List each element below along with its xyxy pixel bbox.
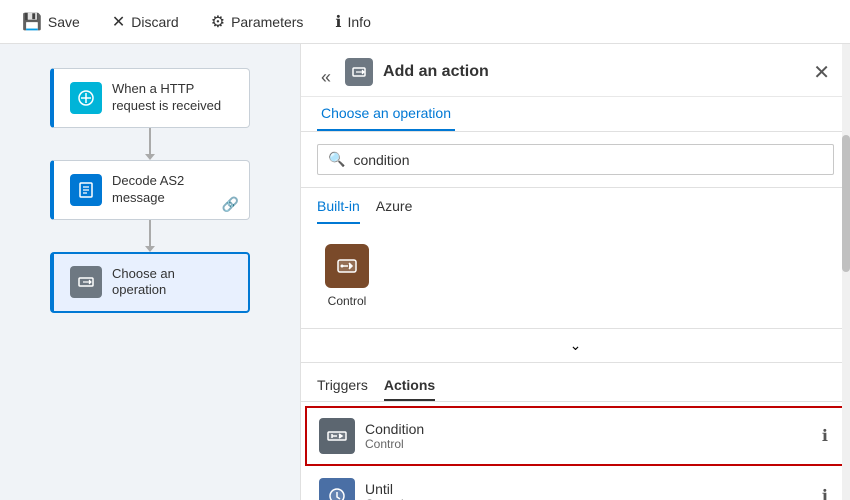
toolbar: 💾 Save ✕ Discard ⚙ Parameters ℹ Info [0, 0, 850, 44]
connector-1 [145, 128, 155, 160]
http-node-icon [70, 82, 102, 114]
panel-header: « Add an action ✕ [301, 44, 850, 97]
link-icon: 🔗 [222, 196, 239, 213]
action-section: Triggers Actions Condition Cont [301, 363, 850, 500]
search-input[interactable] [353, 152, 823, 168]
flow-canvas: When a HTTP request is received Decode A… [0, 44, 300, 500]
action-condition[interactable]: Condition Control ℹ [305, 406, 846, 466]
panel-title: Add an action [383, 63, 489, 81]
save-icon: 💾 [22, 12, 42, 32]
until-name: Until [365, 481, 818, 497]
tab-azure[interactable]: Azure [376, 198, 413, 224]
action-until[interactable]: Until Control ℹ [305, 466, 846, 500]
condition-name: Condition [365, 421, 818, 437]
tab-choose-operation[interactable]: Choose an operation [317, 97, 455, 131]
choose-node-label: Choose an operation [112, 266, 232, 300]
panel-action-icon [345, 58, 373, 86]
panel-title-section: Add an action [345, 58, 489, 96]
condition-info-button[interactable]: ℹ [818, 424, 832, 448]
connector-arrow-2 [145, 246, 155, 252]
parameters-icon: ⚙ [211, 12, 225, 32]
condition-icon [319, 418, 355, 454]
http-node[interactable]: When a HTTP request is received [50, 68, 250, 128]
main-layout: When a HTTP request is received Decode A… [0, 44, 850, 500]
panel-operation-tabs: Choose an operation [301, 97, 850, 132]
result-control[interactable]: Control [317, 236, 377, 316]
decode-node-icon [70, 174, 102, 206]
until-icon [319, 478, 355, 500]
choose-node-icon [70, 266, 102, 298]
results-grid: Control [317, 236, 834, 316]
category-tabs: Built-in Azure [301, 188, 850, 224]
panel-header-left: « Add an action [317, 58, 489, 96]
discard-icon: ✕ [112, 12, 125, 32]
search-icon: 🔍 [328, 151, 345, 168]
discard-button[interactable]: ✕ Discard [106, 8, 185, 36]
tab-actions[interactable]: Actions [384, 371, 435, 401]
decode-node[interactable]: Decode AS2 message 🔗 [50, 160, 250, 220]
control-icon [325, 244, 369, 288]
tab-triggers[interactable]: Triggers [317, 371, 368, 401]
results-section: Control [301, 224, 850, 329]
panel-close-button[interactable]: ✕ [809, 60, 834, 85]
connector-line-2 [149, 220, 151, 246]
connector-2 [145, 220, 155, 252]
connector-line-1 [149, 128, 151, 154]
choose-node[interactable]: Choose an operation [50, 252, 250, 314]
scrollbar-track[interactable] [842, 44, 850, 500]
panel-title-row: Add an action [345, 58, 489, 86]
connector-arrow-1 [145, 154, 155, 160]
right-panel: « Add an action ✕ Choos [300, 44, 850, 500]
control-label: Control [328, 294, 367, 308]
parameters-label: Parameters [231, 14, 303, 30]
save-button[interactable]: 💾 Save [16, 8, 86, 36]
http-node-label: When a HTTP request is received [112, 81, 233, 115]
action-list: Condition Control ℹ Until [301, 406, 850, 500]
info-icon: ℹ [335, 12, 341, 32]
expand-icon: ⌄ [570, 337, 582, 354]
until-info-button[interactable]: ℹ [818, 484, 832, 500]
discard-label: Discard [131, 14, 178, 30]
search-container: 🔍 [301, 132, 850, 188]
until-text: Until Control [365, 481, 818, 500]
save-label: Save [48, 14, 80, 30]
panel-collapse-button[interactable]: « [317, 67, 335, 88]
scrollbar-thumb[interactable] [842, 135, 850, 272]
tab-builtin[interactable]: Built-in [317, 198, 360, 224]
search-box: 🔍 [317, 144, 834, 175]
parameters-button[interactable]: ⚙ Parameters [205, 8, 310, 36]
condition-subtitle: Control [365, 437, 818, 451]
action-tabs: Triggers Actions [301, 371, 850, 402]
decode-node-label: Decode AS2 message [112, 173, 233, 207]
condition-text: Condition Control [365, 421, 818, 451]
info-button[interactable]: ℹ Info [329, 8, 376, 36]
info-label: Info [348, 14, 371, 30]
expand-row[interactable]: ⌄ [301, 329, 850, 363]
